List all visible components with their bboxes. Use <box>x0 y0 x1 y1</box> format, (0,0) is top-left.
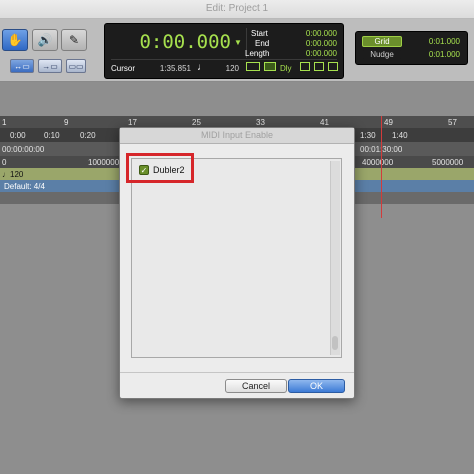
insertion-follows-button[interactable]: →▭ <box>38 59 62 73</box>
zoom-toggle-button[interactable]: ▭▭ <box>66 59 86 73</box>
tempo-marker[interactable]: ♩120 <box>2 170 23 179</box>
bar-tick: 9 <box>64 118 69 127</box>
checkmark-icon: ✓ <box>140 166 148 175</box>
end-value[interactable]: 0:00.000 <box>295 39 337 48</box>
dly-label[interactable]: Dly <box>280 64 292 73</box>
bar-tick: 17 <box>128 118 137 127</box>
link-icon: ↔▭ <box>14 61 30 71</box>
samples-tick: 0 <box>2 158 7 167</box>
hand-icon: ✋ <box>7 33 23 47</box>
link-timeline-button[interactable]: ↔▭ <box>10 59 34 73</box>
sync-icon[interactable] <box>264 62 276 71</box>
note-icon: ♩ <box>197 62 207 73</box>
nudge-value[interactable]: 0:01.000 <box>406 50 460 59</box>
chevron-down-icon[interactable]: ▼ <box>234 38 242 47</box>
tempo-marker-value: 120 <box>10 170 24 179</box>
playhead-line <box>381 116 382 218</box>
end-label: End <box>255 39 270 48</box>
zoom-icon: ▭▭ <box>68 61 84 71</box>
grabber-tool-button[interactable]: ✋ <box>2 29 28 51</box>
samples-tick: 5000000 <box>432 158 464 167</box>
metronome-icon[interactable] <box>328 62 338 71</box>
grid-value[interactable]: 0:01.000 <box>406 37 460 46</box>
speaker-icon: 🔊 <box>37 33 53 47</box>
length-value[interactable]: 0:00.000 <box>295 49 337 58</box>
dubler2-checkbox[interactable]: ✓ <box>139 165 149 175</box>
insertion-icon: →▭ <box>42 61 58 71</box>
bar-tick: 33 <box>256 118 265 127</box>
nudge-button[interactable]: Nudge <box>362 49 402 60</box>
bar-tick: 1 <box>2 118 7 127</box>
minsecs-tick: 0:00 <box>10 131 26 140</box>
main-counter: 0:00.000 ▼ Start 0:00.000 End 0:00.000 L… <box>104 23 344 79</box>
grid-nudge-panel: Grid 0:01.000 Nudge 0:01.000 <box>355 31 468 65</box>
meter-icon[interactable] <box>246 62 260 71</box>
midi-input-list[interactable] <box>131 158 342 358</box>
meter-marker[interactable]: Default: 4/4 <box>4 182 45 191</box>
cursor-label: Cursor <box>111 64 136 73</box>
window-title: Edit: Project 1 <box>205 3 269 14</box>
midi-input-enable-dialog: MIDI Input Enable ✓ Dubler2 Cancel OK <box>119 127 355 399</box>
dialog-title: MIDI Input Enable <box>120 128 354 144</box>
cancel-button[interactable]: Cancel <box>225 379 287 393</box>
main-counter-value[interactable]: 0:00.000 <box>135 31 231 53</box>
scrollbar-thumb[interactable] <box>332 336 338 350</box>
loop-icon[interactable] <box>314 62 324 71</box>
ok-button[interactable]: OK <box>288 379 345 393</box>
minsecs-tick: 1:40 <box>392 131 408 140</box>
cursor-value: 1:35.851 <box>159 64 191 73</box>
scrollbar[interactable] <box>330 161 340 355</box>
grid-button[interactable]: Grid <box>362 36 402 47</box>
window-titlebar: Edit: Project 1 <box>0 0 474 19</box>
timecode-tick: 00:00:00:00 <box>2 145 45 154</box>
pencil-icon: ✎ <box>68 33 80 47</box>
bar-tick: 49 <box>384 118 393 127</box>
start-value[interactable]: 0:00.000 <box>295 29 337 38</box>
bar-tick: 57 <box>448 118 457 127</box>
start-label: Start <box>251 29 268 38</box>
samples-tick: 4000000 <box>362 158 394 167</box>
dly-toggle-icon[interactable] <box>300 62 310 71</box>
list-item-label[interactable]: Dubler2 <box>153 165 185 175</box>
length-label: Length <box>245 49 270 58</box>
minsecs-tick: 0:10 <box>44 131 60 140</box>
minsecs-tick: 0:20 <box>80 131 96 140</box>
scrub-tool-button[interactable]: 🔊 <box>32 29 58 51</box>
bar-tick: 25 <box>192 118 201 127</box>
minsecs-tick: 1:30 <box>360 131 376 140</box>
note-icon: ♩ <box>2 170 10 179</box>
pencil-tool-button[interactable]: ✎ <box>61 29 87 51</box>
bar-tick: 41 <box>320 118 329 127</box>
samples-tick: 1000000 <box>88 158 120 167</box>
tempo-value: 120 <box>225 64 239 73</box>
